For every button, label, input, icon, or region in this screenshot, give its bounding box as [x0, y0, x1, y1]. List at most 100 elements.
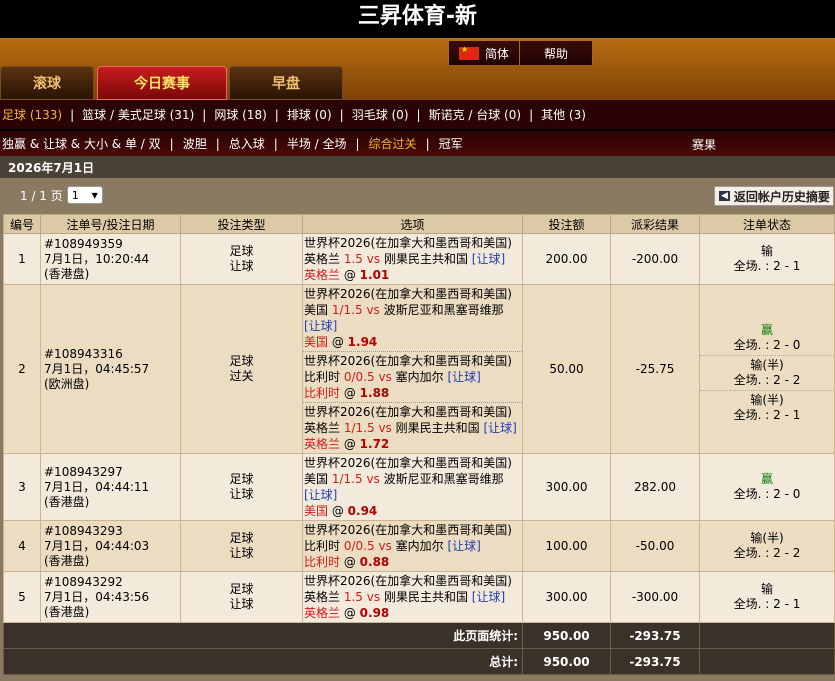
- bet-leg: 世界杯2026(在加拿大和墨西哥和美国) 美国 1/1.5 vs 波斯尼亚和黑塞哥…: [303, 285, 522, 351]
- page-select-value: 1: [71, 188, 79, 202]
- help-button[interactable]: 帮助: [520, 41, 594, 65]
- tab-live[interactable]: 滚球: [0, 66, 94, 100]
- home-team: 比利时: [304, 539, 341, 553]
- row-number: 3: [3, 453, 41, 521]
- bet-history-table: 编号 注单号/投注日期 投注类型 选项 投注额 派彩结果 注单状态 1 #1089…: [3, 214, 835, 675]
- bettype-correct-score[interactable]: 波胆: [174, 135, 216, 152]
- pick-line: 比利时 @ 1.88: [304, 385, 522, 401]
- sport-type: 足球: [229, 582, 254, 596]
- status-cell: 赢全场. : 2 - 0 输(半) 全场. : 2 - 2 输(半) 全场. : 2 -…: [699, 284, 835, 454]
- matchup: 英格兰 1.5 vs 刚果民主共和国 [让球]: [304, 589, 522, 605]
- bettype-half-full[interactable]: 半场 / 全场: [278, 135, 356, 152]
- sport-type: 足球: [229, 354, 254, 368]
- leg-status: 输全场. : 2 - 1: [700, 244, 834, 274]
- col-header-amount: 投注额: [522, 214, 611, 234]
- stake-amount: 100.00: [522, 520, 611, 572]
- score-label: 全场. : 2 - 1: [733, 597, 801, 611]
- vs-label: vs: [366, 303, 380, 317]
- table-row: 2 #108943316 7月1日，04:45:57 (欧洲盘) 足球 过关 世界杯2026…: [3, 284, 835, 454]
- odds-format: (香港盘): [44, 553, 90, 568]
- tab-today[interactable]: 今日赛事: [97, 66, 227, 100]
- bet-leg: 世界杯2026(在加拿大和墨西哥和美国) 比利时 0/0.5 vs 塞内加尔 [让…: [303, 521, 522, 571]
- leg-status: 输(半) 全场. : 2 - 2: [700, 355, 834, 388]
- matchup: 比利时 0/0.5 vs 塞内加尔 [让球]: [304, 538, 522, 554]
- pick-line: 英格兰 @ 0.98: [304, 605, 522, 621]
- table-row: 5 #108943292 7月1日，04:43:56 (香港盘) 足球 让球 世界杯2026…: [3, 571, 835, 623]
- away-team: 波斯尼亚和黑塞哥维那: [383, 472, 504, 486]
- sport-item-other[interactable]: 其他 (3): [533, 106, 594, 123]
- odds: 1.01: [359, 268, 390, 282]
- pick-team: 美国: [304, 504, 329, 518]
- home-team: 美国: [304, 472, 329, 486]
- pick-line: 英格兰 @ 1.01: [304, 267, 522, 283]
- sport-nav: 足球 (133) | 篮球 / 美式足球 (31) | 网球 (18) | 排球 (0…: [0, 100, 835, 129]
- back-arrow-icon: ◀: [719, 191, 730, 201]
- leg-status: 输全场. : 2 - 1: [700, 582, 834, 612]
- ticket-cell: #108943316 7月1日，04:45:57 (欧洲盘): [40, 284, 181, 454]
- score-label: 全场. : 2 - 0: [733, 487, 801, 501]
- win-loss: 282.00: [610, 453, 700, 521]
- bettype-parlay[interactable]: 综合过关: [360, 135, 426, 152]
- row-number: 4: [3, 520, 41, 572]
- pick-line: 比利时 @ 0.88: [304, 554, 522, 570]
- bet-type-cell: 足球 让球: [180, 520, 303, 572]
- page-select[interactable]: 1 ▼: [66, 186, 103, 204]
- handicap: 0/0.5: [343, 539, 375, 553]
- result-label: 输(半): [750, 393, 784, 407]
- total-winloss: -293.75: [610, 648, 700, 675]
- col-header-status: 注单状态: [699, 214, 835, 234]
- odds: 1.94: [347, 335, 378, 349]
- sport-item-tennis[interactable]: 网球 (18): [206, 106, 274, 123]
- total-amount: 950.00: [522, 648, 611, 675]
- odds: 0.98: [359, 606, 390, 620]
- away-team: 塞内加尔: [395, 539, 444, 553]
- table-row: 4 #108943293 7月1日，04:44:03 (香港盘) 足球 让球 世界杯2026…: [3, 520, 835, 572]
- sport-type: 足球: [229, 472, 254, 486]
- bet-type-cell: 足球 过关: [180, 284, 303, 454]
- bet-leg: 世界杯2026(在加拿大和墨西哥和美国) 比利时 0/0.5 vs 塞内加尔 [让…: [303, 351, 522, 402]
- col-header-num: 编号: [3, 214, 41, 234]
- ticket-id: #108943316: [44, 346, 123, 361]
- result-label: 赢: [760, 472, 773, 486]
- grand-total-row: 总计: 950.00 -293.75: [3, 648, 835, 675]
- bettype-total-goals[interactable]: 总入球: [220, 135, 274, 152]
- chevron-down-icon: ▼: [91, 190, 98, 200]
- sport-item-badminton[interactable]: 羽毛球 (0): [344, 106, 417, 123]
- language-button[interactable]: 简体: [448, 41, 521, 65]
- back-to-history-button[interactable]: ◀ 返回帐户历史摘要: [714, 186, 834, 206]
- sport-item-soccer[interactable]: 足球 (133): [0, 106, 70, 123]
- pick-team: 比利时: [304, 386, 341, 400]
- pick-team: 美国: [304, 335, 329, 349]
- home-team: 比利时: [304, 370, 341, 384]
- win-loss: -50.00: [610, 520, 700, 572]
- tab-early[interactable]: 早盘: [229, 66, 343, 100]
- away-team: 刚果民主共和国: [383, 590, 468, 604]
- results-link[interactable]: 赛果: [692, 136, 716, 153]
- league-name: 世界杯2026(在加拿大和墨西哥和美国): [304, 523, 512, 537]
- top-bar: 三昇体育-新: [0, 0, 835, 38]
- col-header-winloss: 派彩结果: [610, 214, 700, 234]
- wager-type: 过关: [229, 369, 254, 383]
- score-label: 全场. : 2 - 2: [733, 546, 801, 560]
- sport-item-volleyball[interactable]: 排球 (0): [279, 106, 340, 123]
- bettype-main[interactable]: 独赢 & 让球 & 大小 & 单 / 双: [0, 135, 170, 152]
- pick-line: 英格兰 @ 1.72: [304, 436, 522, 452]
- at-sign: @: [331, 335, 344, 349]
- bet-type-cell: 足球 让球: [180, 453, 303, 521]
- total-winloss: -293.75: [610, 622, 700, 649]
- stake-amount: 50.00: [522, 284, 611, 454]
- selection-cell: 世界杯2026(在加拿大和墨西哥和美国) 美国 1/1.5 vs 波斯尼亚和黑塞哥…: [302, 453, 523, 521]
- total-blank: [699, 622, 835, 649]
- pick-line: 美国 @ 1.94: [304, 334, 522, 350]
- sport-item-basketball[interactable]: 篮球 / 美式足球 (31): [74, 106, 202, 123]
- handicap: 1/1.5: [343, 421, 375, 435]
- at-sign: @: [343, 606, 356, 620]
- result-label: 赢: [760, 323, 773, 337]
- bettype-outright[interactable]: 冠军: [430, 135, 472, 152]
- bet-type-cell: 足球 让球: [180, 571, 303, 623]
- bet-date: 7月1日，04:44:03: [44, 538, 150, 553]
- sport-item-snooker[interactable]: 斯诺克 / 台球 (0): [421, 106, 530, 123]
- row-number: 5: [3, 571, 41, 623]
- stake-amount: 300.00: [522, 453, 611, 521]
- score-label: 全场. : 2 - 0: [733, 338, 801, 352]
